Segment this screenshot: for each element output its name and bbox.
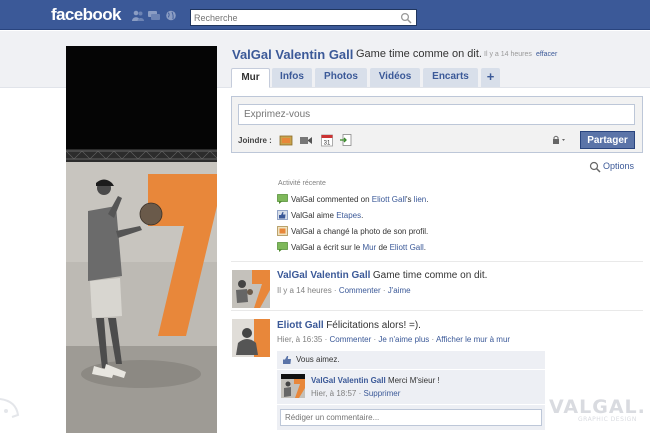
post-meta: Il y a 14 heures · Commenter · J'aime	[277, 286, 411, 295]
unlike-link[interactable]: Je n'aime plus	[378, 335, 429, 344]
wall-post-activity-icon	[277, 242, 288, 252]
clear-status-link[interactable]: effacer	[536, 51, 557, 58]
comment-text: Merci M'sieur !	[387, 376, 440, 385]
post-author-avatar[interactable]	[232, 319, 270, 357]
profile-photo[interactable]	[66, 46, 217, 433]
comment-author-avatar[interactable]	[281, 374, 305, 398]
activity-link[interactable]: lien	[414, 195, 426, 204]
comment-time: Hier, à 18:57	[311, 389, 357, 398]
post-header: Eliott Gall Félicitations alors! =).	[277, 320, 421, 331]
likes-text: Vous aimez.	[296, 355, 340, 364]
comment-header: ValGal Valentin Gall Merci M'sieur !	[311, 376, 440, 385]
post-header: ValGal Valentin Gall Game time comme on …	[277, 270, 487, 281]
comment-activity-icon	[277, 194, 288, 204]
status-text: Game time comme on dit.	[356, 48, 482, 60]
comment-link[interactable]: Commenter	[329, 335, 371, 344]
like-link[interactable]: J'aime	[388, 286, 411, 295]
delete-comment-link[interactable]: Supprimer	[363, 389, 400, 398]
search-icon[interactable]	[400, 12, 412, 24]
likes-summary: Vous aimez.	[277, 351, 545, 369]
attach-label: Joindre :	[238, 136, 272, 145]
activity-text: ValGal a changé la photo de son profil.	[291, 227, 429, 236]
status-input[interactable]	[238, 104, 635, 125]
attach-link-icon[interactable]	[339, 133, 353, 147]
activity-item: ValGal a changé la photo de son profil.	[277, 226, 428, 238]
attach-photo-icon[interactable]	[279, 133, 293, 147]
comment-input[interactable]	[280, 409, 542, 426]
tab-videos[interactable]: Vidéos	[370, 68, 420, 87]
tab-info[interactable]: Infos	[272, 68, 312, 87]
activity-text: .	[426, 195, 429, 204]
friend-requests-icon[interactable]	[132, 10, 144, 21]
wall-to-wall-link[interactable]: Afficher le mur à mur	[436, 335, 510, 344]
search-input[interactable]	[191, 10, 391, 25]
activity-link[interactable]: Etapes	[336, 211, 361, 220]
search-box[interactable]	[190, 9, 417, 26]
top-bar: facebook	[0, 0, 650, 30]
activity-text: ValGal aime	[291, 211, 337, 220]
options-search-icon[interactable]	[589, 161, 601, 173]
post-meta: Hier, à 16:35 · Commenter · Je n'aime pl…	[277, 335, 511, 344]
tab-add[interactable]: +	[481, 68, 500, 87]
activity-text: 's	[406, 195, 414, 204]
profile-photo-activity-icon	[277, 226, 288, 236]
comment-composer	[277, 405, 545, 430]
activity-text: de	[376, 243, 390, 252]
activity-text: .	[423, 243, 427, 252]
attach-event-icon[interactable]: 31	[320, 133, 334, 147]
tab-boxes[interactable]: Encarts	[423, 68, 478, 87]
avatar-image	[281, 374, 305, 398]
feed-divider	[231, 310, 643, 311]
share-button[interactable]: Partager	[580, 131, 635, 149]
activity-item: ValGal a écrit sur le Mur de Eliott Gall…	[277, 242, 426, 254]
feed-divider	[231, 261, 643, 262]
privacy-lock-icon[interactable]	[552, 135, 568, 145]
post-time: Il y a 14 heures	[277, 286, 332, 295]
status-time: Il y a 14 heures	[484, 51, 532, 58]
post-author-name[interactable]: ValGal Valentin Gall	[277, 270, 370, 281]
activity-link[interactable]: Eliott Gall	[390, 243, 424, 252]
facebook-logo[interactable]: facebook	[51, 5, 121, 25]
like-activity-icon	[277, 210, 288, 220]
thumbs-up-icon	[283, 356, 291, 364]
messages-icon[interactable]	[148, 10, 160, 21]
watermark-subtitle: GRAPHIC DESIGN	[578, 416, 637, 423]
activity-text: ValGal commented on	[291, 195, 372, 204]
activity-item: ValGal aime Etapes.	[277, 210, 363, 222]
svg-text:31: 31	[324, 141, 331, 147]
post-time: Hier, à 16:35	[277, 335, 323, 344]
activity-text: ValGal a écrit sur le	[291, 243, 363, 252]
recent-activity-title: Activité récente	[278, 180, 326, 187]
attach-video-icon[interactable]	[299, 133, 313, 147]
avatar-image	[232, 319, 270, 357]
activity-link[interactable]: Mur	[362, 243, 376, 252]
tab-wall[interactable]: Mur	[231, 68, 270, 88]
post-author-name[interactable]: Eliott Gall	[277, 320, 324, 331]
profile-photo-image	[66, 46, 217, 433]
watermark-title: VALGAL.	[549, 396, 646, 418]
activity-link[interactable]: Eliott Gall	[372, 195, 406, 204]
avatar-image	[232, 270, 270, 308]
status-composer: Joindre : 31 Partager	[231, 96, 643, 153]
comment-item: ValGal Valentin Gall Merci M'sieur ! Hie…	[277, 370, 545, 404]
post-message: Félicitations alors! =).	[326, 320, 421, 331]
activity-item: ValGal commented on Eliott Gall's lien.	[277, 194, 428, 206]
comment-meta: Hier, à 18:57 · Supprimer	[311, 389, 401, 398]
post-message: Game time comme on dit.	[372, 270, 488, 281]
post-author-avatar[interactable]	[232, 270, 270, 308]
comment-author-name[interactable]: ValGal Valentin Gall	[311, 376, 386, 385]
options-link[interactable]: Options	[603, 161, 634, 171]
tab-photos[interactable]: Photos	[315, 68, 367, 87]
comment-link[interactable]: Commenter	[339, 286, 381, 295]
profile-name[interactable]: ValGal Valentin Gall	[232, 47, 353, 62]
watermark-emblem	[0, 398, 20, 418]
notifications-globe-icon[interactable]	[165, 10, 177, 21]
activity-text: .	[361, 211, 364, 220]
